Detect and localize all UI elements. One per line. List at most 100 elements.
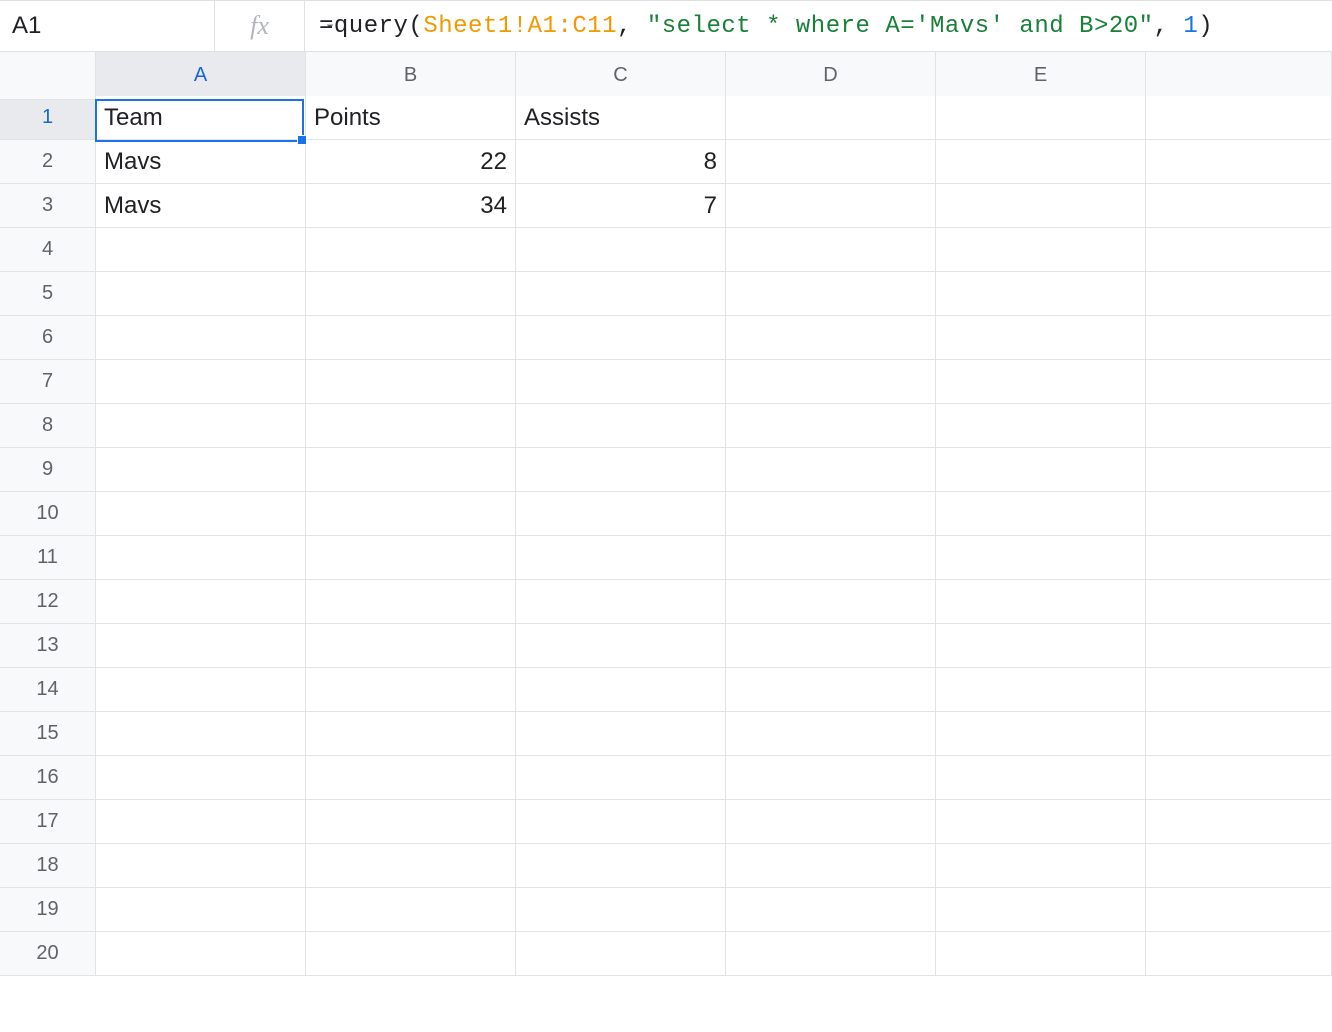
cell-B12[interactable] xyxy=(306,580,516,624)
cell-B2[interactable]: 22 xyxy=(306,140,516,184)
cell-extra7[interactable] xyxy=(1146,360,1332,404)
cell-B19[interactable] xyxy=(306,888,516,932)
cell-B16[interactable] xyxy=(306,756,516,800)
cell-E13[interactable] xyxy=(936,624,1146,668)
cell-A5[interactable] xyxy=(96,272,306,316)
cell-C9[interactable] xyxy=(516,448,726,492)
cell-C6[interactable] xyxy=(516,316,726,360)
cell-C17[interactable] xyxy=(516,800,726,844)
cell-D1[interactable] xyxy=(726,96,936,140)
cell-E16[interactable] xyxy=(936,756,1146,800)
cell-B3[interactable]: 34 xyxy=(306,184,516,228)
cell-D14[interactable] xyxy=(726,668,936,712)
column-header-D[interactable]: D xyxy=(726,52,936,100)
cell-E19[interactable] xyxy=(936,888,1146,932)
cell-D2[interactable] xyxy=(726,140,936,184)
cell-D5[interactable] xyxy=(726,272,936,316)
cell-E6[interactable] xyxy=(936,316,1146,360)
row-header-12[interactable]: 12 xyxy=(0,580,96,624)
cell-B13[interactable] xyxy=(306,624,516,668)
cell-D20[interactable] xyxy=(726,932,936,976)
cell-E5[interactable] xyxy=(936,272,1146,316)
cell-extra3[interactable] xyxy=(1146,184,1332,228)
cell-A3[interactable]: Mavs xyxy=(96,184,306,228)
cell-E17[interactable] xyxy=(936,800,1146,844)
row-header-8[interactable]: 8 xyxy=(0,404,96,448)
cell-E4[interactable] xyxy=(936,228,1146,272)
row-header-7[interactable]: 7 xyxy=(0,360,96,404)
cell-E14[interactable] xyxy=(936,668,1146,712)
column-header-A[interactable]: A xyxy=(96,52,306,100)
row-header-9[interactable]: 9 xyxy=(0,448,96,492)
cell-B7[interactable] xyxy=(306,360,516,404)
cell-B9[interactable] xyxy=(306,448,516,492)
row-header-10[interactable]: 10 xyxy=(0,492,96,536)
cell-A12[interactable] xyxy=(96,580,306,624)
cell-E7[interactable] xyxy=(936,360,1146,404)
cell-A9[interactable] xyxy=(96,448,306,492)
row-header-16[interactable]: 16 xyxy=(0,756,96,800)
select-all-corner[interactable] xyxy=(0,52,96,100)
cell-A15[interactable] xyxy=(96,712,306,756)
cell-extra19[interactable] xyxy=(1146,888,1332,932)
cell-E8[interactable] xyxy=(936,404,1146,448)
cell-C12[interactable] xyxy=(516,580,726,624)
cell-D12[interactable] xyxy=(726,580,936,624)
cell-C8[interactable] xyxy=(516,404,726,448)
row-header-18[interactable]: 18 xyxy=(0,844,96,888)
cell-C1[interactable]: Assists xyxy=(516,96,726,140)
row-header-19[interactable]: 19 xyxy=(0,888,96,932)
cell-extra20[interactable] xyxy=(1146,932,1332,976)
cell-B17[interactable] xyxy=(306,800,516,844)
cell-extra14[interactable] xyxy=(1146,668,1332,712)
cell-B20[interactable] xyxy=(306,932,516,976)
cell-extra11[interactable] xyxy=(1146,536,1332,580)
cell-C20[interactable] xyxy=(516,932,726,976)
cell-A18[interactable] xyxy=(96,844,306,888)
cell-D16[interactable] xyxy=(726,756,936,800)
formula-input[interactable]: =query(Sheet1!A1:C11, "select * where A=… xyxy=(305,1,1332,51)
cell-D8[interactable] xyxy=(726,404,936,448)
cell-extra8[interactable] xyxy=(1146,404,1332,448)
cell-C2[interactable]: 8 xyxy=(516,140,726,184)
cell-C15[interactable] xyxy=(516,712,726,756)
cell-extra16[interactable] xyxy=(1146,756,1332,800)
cell-B10[interactable] xyxy=(306,492,516,536)
cell-D17[interactable] xyxy=(726,800,936,844)
cell-D10[interactable] xyxy=(726,492,936,536)
cell-extra13[interactable] xyxy=(1146,624,1332,668)
cell-A10[interactable] xyxy=(96,492,306,536)
cell-B14[interactable] xyxy=(306,668,516,712)
row-header-15[interactable]: 15 xyxy=(0,712,96,756)
cell-D19[interactable] xyxy=(726,888,936,932)
cell-C7[interactable] xyxy=(516,360,726,404)
row-header-4[interactable]: 4 xyxy=(0,228,96,272)
cell-E15[interactable] xyxy=(936,712,1146,756)
cell-A17[interactable] xyxy=(96,800,306,844)
column-header-extra[interactable] xyxy=(1146,52,1332,100)
cell-extra18[interactable] xyxy=(1146,844,1332,888)
cell-extra9[interactable] xyxy=(1146,448,1332,492)
cell-D13[interactable] xyxy=(726,624,936,668)
cell-extra17[interactable] xyxy=(1146,800,1332,844)
cell-C5[interactable] xyxy=(516,272,726,316)
cell-extra2[interactable] xyxy=(1146,140,1332,184)
cell-B8[interactable] xyxy=(306,404,516,448)
cell-B11[interactable] xyxy=(306,536,516,580)
cell-C13[interactable] xyxy=(516,624,726,668)
cell-E9[interactable] xyxy=(936,448,1146,492)
cell-extra6[interactable] xyxy=(1146,316,1332,360)
cell-B6[interactable] xyxy=(306,316,516,360)
row-header-17[interactable]: 17 xyxy=(0,800,96,844)
row-header-6[interactable]: 6 xyxy=(0,316,96,360)
cell-D11[interactable] xyxy=(726,536,936,580)
column-header-C[interactable]: C xyxy=(516,52,726,100)
cell-C4[interactable] xyxy=(516,228,726,272)
cell-A8[interactable] xyxy=(96,404,306,448)
cell-extra5[interactable] xyxy=(1146,272,1332,316)
cell-B5[interactable] xyxy=(306,272,516,316)
cell-D18[interactable] xyxy=(726,844,936,888)
cell-C3[interactable]: 7 xyxy=(516,184,726,228)
cell-C10[interactable] xyxy=(516,492,726,536)
cell-C11[interactable] xyxy=(516,536,726,580)
